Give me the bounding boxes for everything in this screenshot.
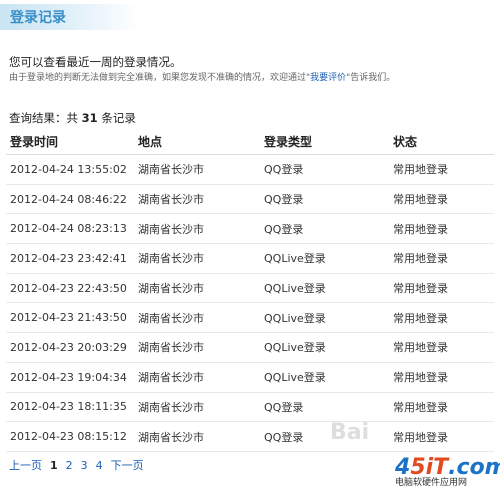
status-cell: 常用地登录 xyxy=(393,341,448,355)
query-summary: 查询结果：共 31 条记录 xyxy=(9,110,136,126)
next-page-link[interactable]: 下一页 xyxy=(111,457,144,473)
status-cell: 常用地登录 xyxy=(393,430,448,444)
header-location: 地点 xyxy=(138,134,163,149)
site-watermark-subtitle: 电脑软硬件应用网 xyxy=(395,478,468,488)
status-cell: 常用地登录 xyxy=(393,282,448,296)
status-cell: 常用地登录 xyxy=(393,222,448,236)
table-row: 2012-04-23 23:42:41 湖南省长沙市 QQLive登录 常用地登录 xyxy=(6,244,494,274)
login-type-cell: QQLive登录 xyxy=(264,252,326,266)
login-type-cell: QQLive登录 xyxy=(264,311,326,325)
intro-text: 您可以查看最近一周的登录情况。 xyxy=(9,55,182,69)
location-cell: 湖南省长沙市 xyxy=(138,400,204,414)
login-time-cell: 2012-04-24 08:23:13 xyxy=(10,222,127,236)
login-type-cell: QQLive登录 xyxy=(264,341,326,355)
table-row: 2012-04-23 22:43:50 湖南省长沙市 QQLive登录 常用地登录 xyxy=(6,274,494,304)
login-records-table: 登录时间 地点 登录类型 状态 2012-04-24 13:55:02 湖南省长沙… xyxy=(6,128,494,452)
intro-note-suffix: "告诉我们。 xyxy=(346,73,396,83)
table-row: 2012-04-23 08:15:12 湖南省长沙市 QQ登录 常用地登录 xyxy=(6,422,494,452)
login-time-cell: 2012-04-24 13:55:02 xyxy=(10,162,127,176)
record-count: 31 xyxy=(81,111,98,125)
login-time-cell: 2012-04-23 20:03:29 xyxy=(10,340,127,354)
table-row: 2012-04-24 08:23:13 湖南省长沙市 QQ登录 常用地登录 xyxy=(6,214,494,245)
location-cell: 湖南省长沙市 xyxy=(138,193,204,207)
login-time-cell: 2012-04-24 08:46:22 xyxy=(10,192,127,206)
status-cell: 常用地登录 xyxy=(393,311,448,325)
header-login-time: 登录时间 xyxy=(10,134,59,149)
table-row: 2012-04-24 13:55:02 湖南省长沙市 QQ登录 常用地登录 xyxy=(6,155,494,185)
login-type-cell: QQLive登录 xyxy=(264,282,326,296)
baidu-watermark: Bai xyxy=(330,420,370,445)
location-cell: 湖南省长沙市 xyxy=(138,430,204,444)
login-type-cell: QQ登录 xyxy=(264,400,304,414)
login-type-cell: QQLive登录 xyxy=(264,371,326,385)
table-header: 登录时间 地点 登录类型 状态 xyxy=(6,128,494,155)
login-type-cell: QQ登录 xyxy=(264,430,304,444)
location-cell: 湖南省长沙市 xyxy=(138,222,204,236)
status-cell: 常用地登录 xyxy=(393,163,448,177)
title-bar: 登录记录 xyxy=(0,0,500,34)
feedback-link[interactable]: 我要评价 xyxy=(310,73,346,83)
summary-prefix: 查询结果：共 xyxy=(9,111,78,125)
pagination: 上一页 1 2 3 4 下一页 xyxy=(9,457,144,473)
status-cell: 常用地登录 xyxy=(393,371,448,385)
prev-page-link[interactable]: 上一页 xyxy=(9,457,42,473)
table-row: 2012-04-23 19:04:34 湖南省长沙市 QQLive登录 常用地登录 xyxy=(6,363,494,393)
location-cell: 湖南省长沙市 xyxy=(138,311,204,325)
intro-note-prefix: 由于登录地的判断无法做到完全准确，如果您发现不准确的情况，欢迎通过" xyxy=(9,73,311,83)
location-cell: 湖南省长沙市 xyxy=(138,371,204,385)
page-4-link[interactable]: 4 xyxy=(96,459,103,472)
login-time-cell: 2012-04-23 23:42:41 xyxy=(10,251,127,265)
location-cell: 湖南省长沙市 xyxy=(138,341,204,355)
page-1-current: 1 xyxy=(50,458,58,472)
table-row: 2012-04-23 18:11:35 湖南省长沙市 QQ登录 常用地登录 xyxy=(6,393,494,423)
location-cell: 湖南省长沙市 xyxy=(138,252,204,266)
login-time-cell: 2012-04-23 08:15:12 xyxy=(10,430,127,444)
header-status: 状态 xyxy=(393,134,418,149)
status-cell: 常用地登录 xyxy=(393,193,448,207)
page-2-link[interactable]: 2 xyxy=(66,459,73,472)
page-3-link[interactable]: 3 xyxy=(81,459,88,472)
login-type-cell: QQ登录 xyxy=(264,222,304,236)
login-time-cell: 2012-04-23 18:11:35 xyxy=(10,400,127,414)
intro-note: 由于登录地的判断无法做到完全准确，如果您发现不准确的情况，欢迎通过"我要评价"告… xyxy=(9,70,395,83)
table-row: 2012-04-23 21:43:50 湖南省长沙市 QQLive登录 常用地登录 xyxy=(6,303,494,334)
login-time-cell: 2012-04-23 22:43:50 xyxy=(10,281,127,295)
login-time-cell: 2012-04-23 21:43:50 xyxy=(10,311,127,325)
location-cell: 湖南省长沙市 xyxy=(138,282,204,296)
summary-suffix: 条记录 xyxy=(101,111,136,125)
status-cell: 常用地登录 xyxy=(393,252,448,266)
status-cell: 常用地登录 xyxy=(393,400,448,414)
location-cell: 湖南省长沙市 xyxy=(138,163,204,177)
login-type-cell: QQ登录 xyxy=(264,163,304,177)
login-type-cell: QQ登录 xyxy=(264,193,304,207)
table-row: 2012-04-24 08:46:22 湖南省长沙市 QQ登录 常用地登录 xyxy=(6,185,494,215)
table-row: 2012-04-23 20:03:29 湖南省长沙市 QQLive登录 常用地登录 xyxy=(6,333,494,363)
header-login-type: 登录类型 xyxy=(264,134,313,149)
login-time-cell: 2012-04-23 19:04:34 xyxy=(10,370,127,384)
page-title: 登录记录 xyxy=(10,10,66,26)
